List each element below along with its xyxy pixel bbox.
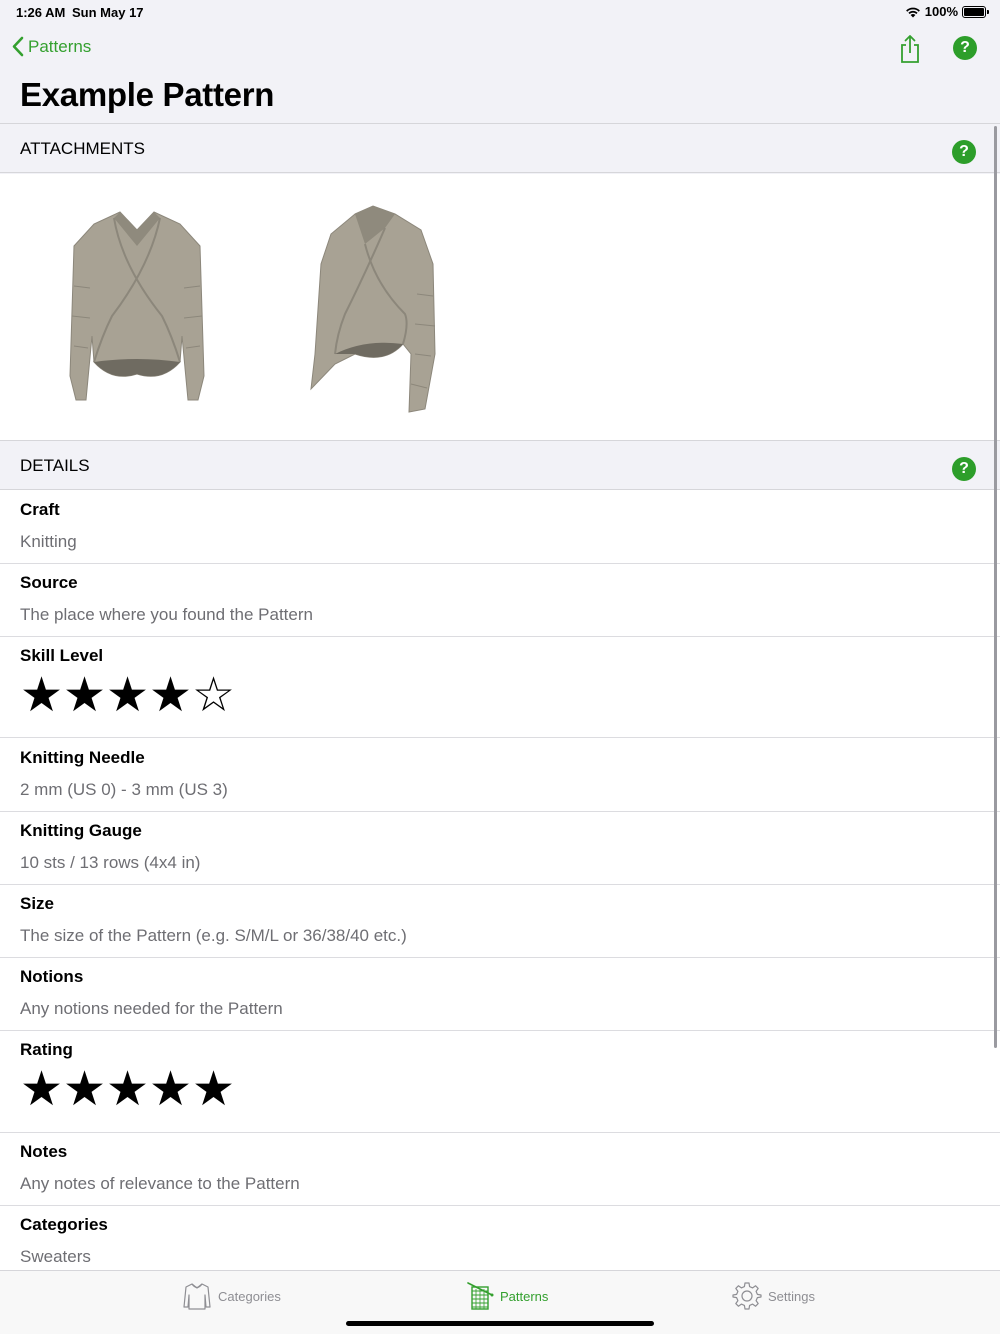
help-button[interactable]: ?	[953, 36, 977, 60]
attachments-help-button[interactable]: ?	[952, 140, 976, 164]
detail-row-source[interactable]: Source The place where you found the Pat…	[0, 563, 1000, 637]
attachment-sweater-side[interactable]	[305, 204, 455, 416]
battery-icon	[962, 5, 989, 18]
status-time: 1:26 AM	[16, 5, 66, 20]
detail-row-notes[interactable]: Notes Any notes of relevance to the Patt…	[0, 1132, 1000, 1206]
help-icon: ?	[953, 36, 977, 60]
tab-settings-label: Settings	[768, 1288, 815, 1304]
tab-patterns-label: Patterns	[500, 1288, 549, 1304]
vertical-scrollbar[interactable]	[994, 126, 997, 1048]
detail-row-categories[interactable]: Categories Sweaters	[0, 1205, 1000, 1270]
status-indicators: 100%	[905, 4, 989, 19]
needle-label: Knitting Needle	[20, 748, 145, 767]
notes-label: Notes	[20, 1142, 68, 1161]
star-filled-icon[interactable]: ★	[106, 1066, 149, 1114]
attachments-header-label: ATTACHMENTS	[20, 139, 145, 158]
pattern-icon	[467, 1282, 494, 1310]
attachments-section-header: ATTACHMENTS ?	[0, 123, 1000, 173]
wifi-icon	[905, 7, 920, 17]
source-value: The place where you found the Pattern	[20, 605, 313, 624]
status-bar: 1:26 AM Sun May 17 100%	[0, 0, 1000, 24]
detail-row-knitting-needle[interactable]: Knitting Needle 2 mm (US 0) - 3 mm (US 3…	[0, 738, 1000, 812]
star-filled-icon[interactable]: ★	[149, 672, 192, 720]
navigation-bar: Patterns ?	[0, 28, 1000, 72]
size-label: Size	[20, 894, 55, 913]
star-empty-icon[interactable]: ☆	[192, 672, 235, 720]
detail-row-skill-level[interactable]: Skill Level ★ ★ ★ ★ ☆	[0, 636, 1000, 738]
home-indicator[interactable]	[346, 1321, 654, 1326]
detail-row-notions[interactable]: Notions Any notions needed for the Patte…	[0, 957, 1000, 1031]
tab-categories[interactable]: Categories	[182, 1281, 281, 1311]
details-header-label: DETAILS	[20, 456, 90, 475]
detail-row-rating[interactable]: Rating ★ ★ ★ ★ ★	[0, 1030, 1000, 1133]
star-filled-icon[interactable]: ★	[20, 672, 63, 720]
notions-label: Notions	[20, 967, 84, 986]
attachments-gallery	[0, 174, 1000, 440]
craft-value: Knitting	[20, 532, 77, 551]
categories-label: Categories	[20, 1215, 108, 1234]
battery-percent: 100%	[924, 4, 958, 19]
star-filled-icon[interactable]: ★	[63, 672, 106, 720]
details-section-header: DETAILS ?	[0, 440, 1000, 490]
tab-settings[interactable]: Settings	[732, 1281, 815, 1311]
star-filled-icon[interactable]: ★	[149, 1066, 192, 1114]
tab-patterns[interactable]: Patterns	[466, 1281, 548, 1311]
detail-row-size[interactable]: Size The size of the Pattern (e.g. S/M/L…	[0, 884, 1000, 958]
detail-row-knitting-gauge[interactable]: Knitting Gauge 10 sts / 13 rows (4x4 in)	[0, 811, 1000, 885]
help-icon: ?	[952, 140, 976, 164]
needle-value: 2 mm (US 0) - 3 mm (US 3)	[20, 780, 228, 799]
rating-label: Rating	[20, 1040, 73, 1059]
chevron-left-icon	[12, 36, 24, 57]
gauge-value: 10 sts / 13 rows (4x4 in)	[20, 853, 201, 872]
notes-value: Any notes of relevance to the Pattern	[20, 1174, 300, 1193]
star-filled-icon[interactable]: ★	[63, 1066, 106, 1114]
back-button-label: Patterns	[28, 36, 92, 56]
details-list: Craft Knitting Source The place where yo…	[0, 490, 1000, 1270]
size-value: The size of the Pattern (e.g. S/M/L or 3…	[20, 926, 407, 945]
rating-stars[interactable]: ★ ★ ★ ★ ★	[20, 1066, 235, 1114]
detail-row-craft[interactable]: Craft Knitting	[0, 490, 1000, 564]
notions-value: Any notions needed for the Pattern	[20, 999, 283, 1018]
sweater-icon	[183, 1283, 211, 1310]
craft-label: Craft	[20, 500, 60, 519]
share-icon[interactable]	[898, 34, 922, 64]
page-title: Example Pattern	[20, 76, 275, 113]
tab-categories-label: Categories	[218, 1288, 281, 1304]
skill-level-label: Skill Level	[20, 646, 104, 665]
star-filled-icon[interactable]: ★	[106, 672, 149, 720]
gauge-label: Knitting Gauge	[20, 821, 142, 840]
source-label: Source	[20, 573, 78, 592]
help-icon: ?	[952, 457, 976, 481]
star-filled-icon[interactable]: ★	[20, 1066, 63, 1114]
star-filled-icon[interactable]: ★	[192, 1066, 235, 1114]
back-button[interactable]: Patterns	[12, 36, 91, 57]
details-help-button[interactable]: ?	[952, 457, 976, 481]
attachment-sweater-front[interactable]	[62, 206, 212, 406]
skill-level-stars[interactable]: ★ ★ ★ ★ ☆	[20, 672, 235, 720]
categories-value: Sweaters	[20, 1247, 91, 1266]
status-date: Sun May 17	[72, 5, 144, 20]
gear-icon	[732, 1282, 762, 1310]
